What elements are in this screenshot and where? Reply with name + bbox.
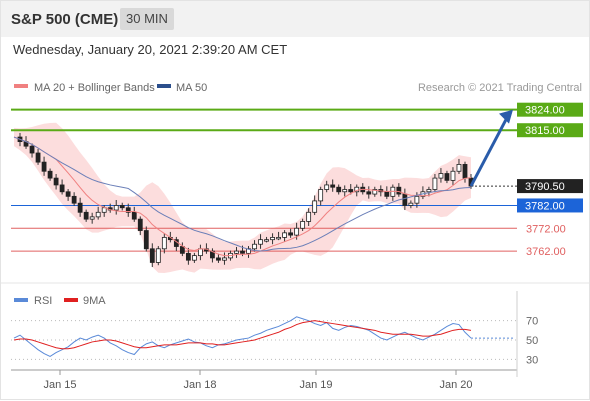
candle-body <box>336 186 342 193</box>
candle-body <box>143 230 149 250</box>
legend-label-ma20: MA 20 + Bollinger Bands <box>34 82 155 94</box>
candle-body <box>258 239 263 245</box>
candle-body <box>77 202 83 213</box>
candle-body <box>29 145 35 154</box>
target-arrow-shaft <box>469 116 509 187</box>
candle-body <box>47 170 53 179</box>
candle-body <box>306 211 312 222</box>
level-label-3815.00: 3815.00 <box>525 125 565 137</box>
candle-body <box>390 186 396 197</box>
candle-body <box>234 250 239 254</box>
candle-body <box>149 248 155 263</box>
level-label-3772.00: 3772.00 <box>526 223 566 235</box>
rsi-tick-70: 70 <box>526 316 538 328</box>
legend-swatch-ma20 <box>14 84 28 88</box>
candle-body <box>324 184 330 190</box>
candle-body <box>342 189 348 193</box>
legend-swatch-rsi-ma <box>64 298 78 302</box>
x-tick-label: Jan 15 <box>43 379 76 391</box>
candle-body <box>95 211 101 218</box>
candle-body <box>462 164 468 179</box>
legend-label-ma50: MA 50 <box>176 82 207 94</box>
candle-body <box>456 164 462 172</box>
x-tick-label: Jan 19 <box>299 379 332 391</box>
chart-widget: S&P 500 (CME) 30 MIN Wednesday, January … <box>0 0 590 400</box>
rsi-tick-30: 30 <box>526 354 538 366</box>
candle-body <box>65 191 71 197</box>
candle-body <box>264 239 269 242</box>
candle-body <box>137 218 143 231</box>
candle-body <box>119 205 125 209</box>
candle-body <box>240 250 245 254</box>
level-label-3824.00: 3824.00 <box>525 105 565 117</box>
current-price-label: 3790.50 <box>525 181 565 193</box>
candle-body <box>35 152 41 163</box>
candle-body <box>191 255 197 261</box>
candle-body <box>366 191 372 195</box>
rsi-tick-50: 50 <box>526 335 538 347</box>
candle-body <box>348 189 354 193</box>
legend-swatch-ma50 <box>157 84 171 88</box>
candle-body <box>71 195 77 204</box>
candle-body <box>222 257 227 261</box>
candle-body <box>131 211 137 220</box>
candle-body <box>83 211 89 220</box>
candle-body <box>432 177 438 190</box>
candle-body <box>89 216 95 220</box>
candle-body <box>414 195 420 204</box>
candle-body <box>408 202 414 206</box>
candle-body <box>179 246 185 254</box>
x-tick-label: Jan 18 <box>183 379 216 391</box>
candle-body <box>294 227 300 236</box>
source-credit: Research © 2021 Trading Central <box>418 82 582 94</box>
candle-body <box>155 248 161 263</box>
candle-body <box>312 200 318 213</box>
candle-body <box>113 205 119 211</box>
candle-body <box>185 252 191 261</box>
candle-body <box>59 184 65 193</box>
candle-body <box>270 236 275 241</box>
rsi-line <box>13 316 472 358</box>
candle-body <box>402 193 408 206</box>
candle-body <box>450 170 456 181</box>
candle-body <box>444 173 450 181</box>
rsi-ma-line <box>13 320 472 350</box>
x-tick-label: Jan 20 <box>439 379 472 391</box>
candle-body <box>330 184 336 188</box>
level-label-3782.00: 3782.00 <box>525 200 565 212</box>
candle-body <box>282 232 287 238</box>
candle-body <box>276 236 281 240</box>
candle-body <box>41 161 47 172</box>
candle-body <box>384 191 390 197</box>
legend-swatch-rsi <box>14 298 28 302</box>
candle-body <box>216 257 221 261</box>
candle-body <box>426 189 432 193</box>
candle-body <box>300 221 306 229</box>
candle-body <box>318 189 324 202</box>
candle-body <box>396 186 402 195</box>
legend-label-rsi: RSI <box>34 295 52 307</box>
level-label-3762.00: 3762.00 <box>526 246 566 258</box>
candle-body <box>53 177 59 186</box>
candle-body <box>161 236 167 250</box>
candle-body <box>438 173 444 179</box>
candle-body <box>288 232 294 236</box>
candle-body <box>252 243 257 250</box>
legend-label-rsi-ma: 9MA <box>83 295 106 307</box>
candle-body <box>198 248 203 257</box>
chart-canvas: MA 20 + Bollinger Bands MA 50 Research © 2… <box>1 82 589 391</box>
